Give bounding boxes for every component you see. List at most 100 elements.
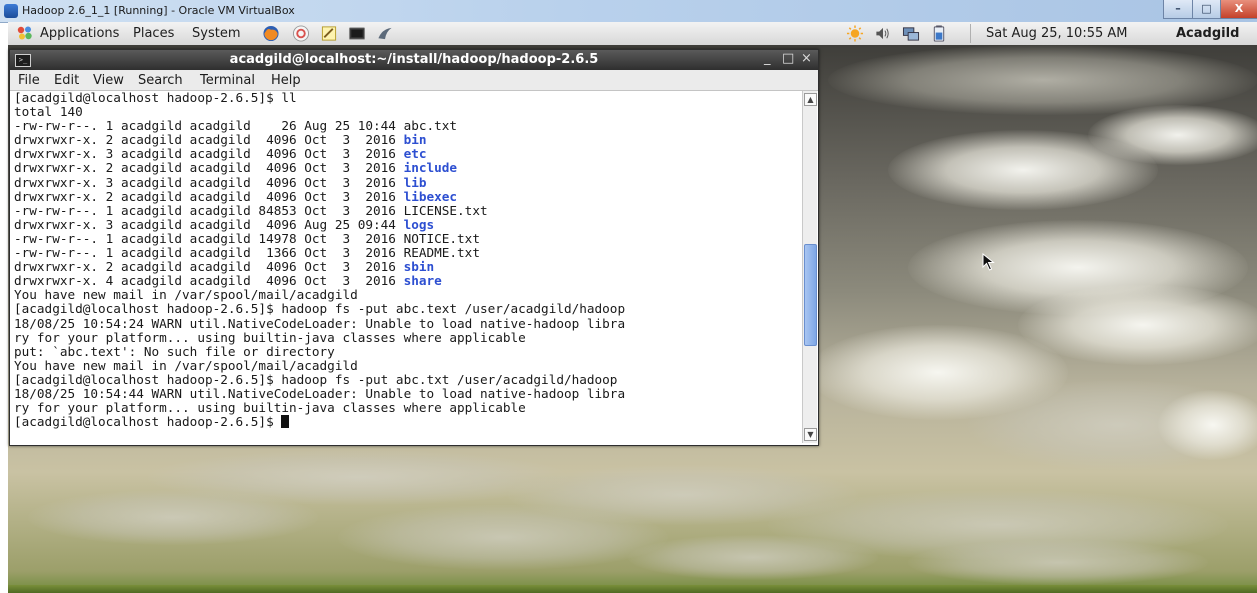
menu-places[interactable]: Places xyxy=(133,26,174,41)
firefox-icon[interactable] xyxy=(262,25,280,42)
terminal-line-text: drwxrwxr-x. 3 acadgild acadgild 4096 Oct… xyxy=(14,174,404,190)
terminal-line: [acadgild@localhost hadoop-2.6.5]$ hadoo… xyxy=(14,302,800,316)
applications-icon[interactable] xyxy=(16,25,34,41)
panel-separator xyxy=(970,24,971,43)
terminal-minimize-button[interactable]: _ xyxy=(764,51,771,66)
maximize-button[interactable]: □ xyxy=(1192,0,1221,19)
directory-name: libexec xyxy=(403,188,458,204)
terminal-line: ry for your platform... using builtin-ja… xyxy=(14,401,800,415)
terminal-line: drwxrwxr-x. 2 acadgild acadgild 4096 Oct… xyxy=(14,260,800,274)
menu-search[interactable]: Search xyxy=(138,73,183,88)
directory-name: bin xyxy=(403,132,427,148)
menu-file[interactable]: File xyxy=(18,73,40,88)
terminal-launcher-icon[interactable] xyxy=(348,25,366,42)
directory-name: lib xyxy=(403,174,427,190)
file-name: abc.txt xyxy=(403,118,458,134)
terminal-line: 18/08/25 10:54:24 WARN util.NativeCodeLo… xyxy=(14,315,800,331)
terminal-line-text: drwxrwxr-x. 2 acadgild acadgild 4096 Oct… xyxy=(14,188,404,204)
directory-name: logs xyxy=(403,216,435,232)
terminal-line-text: [acadgild@localhost hadoop-2.6.5]$ ll xyxy=(14,91,297,105)
terminal-output[interactable]: [acadgild@localhost hadoop-2.6.5]$ ll tot… xyxy=(10,91,800,443)
scroll-up-button[interactable]: ▲ xyxy=(804,93,817,106)
terminal-line: drwxrwxr-x. 3 acadgild acadgild 4096 Oct… xyxy=(14,174,800,190)
help-icon[interactable] xyxy=(292,25,310,42)
terminal-line-text: ry for your platform... using builtin-ja… xyxy=(14,329,526,345)
terminal-line: [acadgild@localhost hadoop-2.6.5]$ hadoo… xyxy=(14,372,800,387)
terminal-line-text: drwxrwxr-x. 3 acadgild acadgild 4096 Oct… xyxy=(14,146,404,162)
wallpaper-grass xyxy=(8,585,1257,593)
terminal-line-text: -rw-rw-r--. 1 acadgild acadgild 84853 Oc… xyxy=(14,202,404,218)
terminal-line: drwxrwxr-x. 3 acadgild acadgild 4096 Aug… xyxy=(14,216,800,232)
volume-icon[interactable] xyxy=(874,25,892,42)
terminal-line-text: drwxrwxr-x. 4 acadgild acadgild 4096 Oct… xyxy=(14,273,404,289)
directory-name: share xyxy=(403,273,442,289)
terminal-line-text: 18/08/25 10:54:24 WARN util.NativeCodeLo… xyxy=(14,315,626,331)
terminal-close-button[interactable]: × xyxy=(801,51,812,66)
terminal-line: -rw-rw-r--. 1 acadgild acadgild 26 Aug 2… xyxy=(14,119,800,133)
terminal-line: -rw-rw-r--. 1 acadgild acadgild 14978 Oc… xyxy=(14,230,800,246)
terminal-line: 18/08/25 10:54:44 WARN util.NativeCodeLo… xyxy=(14,385,800,401)
terminal-title: acadgild@localhost:~/install/hadoop/hado… xyxy=(229,52,599,67)
menu-view[interactable]: View xyxy=(93,73,124,88)
panel-clock[interactable]: Sat Aug 25, 10:55 AM xyxy=(986,26,1127,41)
terminal-line: drwxrwxr-x. 2 acadgild acadgild 4096 Oct… xyxy=(14,188,800,204)
virtualbox-window-title: Hadoop 2.6_1_1 [Running] - Oracle VM Vir… xyxy=(22,4,295,17)
terminal-line: [acadgild@localhost hadoop-2.6.5]$ xyxy=(14,415,800,429)
battery-icon[interactable] xyxy=(930,25,948,42)
terminal-line-text: -rw-rw-r--. 1 acadgild acadgild 26 Aug 2… xyxy=(14,118,404,134)
terminal-line-text: ry for your platform... using builtin-ja… xyxy=(14,400,526,416)
virtualbox-titlebar: Hadoop 2.6_1_1 [Running] - Oracle VM Vir… xyxy=(0,0,1257,23)
menu-edit[interactable]: Edit xyxy=(54,73,79,88)
menu-applications[interactable]: Applications xyxy=(40,26,119,41)
panel-user-name[interactable]: Acadgild xyxy=(1176,26,1239,41)
terminal-line: drwxrwxr-x. 2 acadgild acadgild 4096 Oct… xyxy=(14,133,800,147)
terminal-line-text: drwxrwxr-x. 2 acadgild acadgild 4096 Oct… xyxy=(14,259,404,275)
terminal-line: drwxrwxr-x. 3 acadgild acadgild 4096 Oct… xyxy=(14,147,800,161)
minimize-button[interactable]: – xyxy=(1163,0,1193,19)
close-button[interactable]: X xyxy=(1220,0,1257,19)
virtualbox-icon xyxy=(4,4,18,18)
terminal-line-text: drwxrwxr-x. 2 acadgild acadgild 4096 Oct… xyxy=(14,160,404,176)
terminal-line-text: 18/08/25 10:54:44 WARN util.NativeCodeLo… xyxy=(14,385,626,401)
weather-icon[interactable] xyxy=(846,25,864,42)
terminal-line: put: `abc.text': No such file or directo… xyxy=(14,344,800,359)
terminal-titlebar[interactable]: >_ acadgild@localhost:~/install/hadoop/h… xyxy=(10,50,818,70)
terminal-line-text: drwxrwxr-x. 2 acadgild acadgild 4096 Oct… xyxy=(14,132,404,148)
terminal-line: drwxrwxr-x. 4 acadgild acadgild 4096 Oct… xyxy=(14,274,800,288)
menu-help[interactable]: Help xyxy=(271,73,301,88)
directory-name: include xyxy=(403,160,458,176)
terminal-line-text: drwxrwxr-x. 3 acadgild acadgild 4096 Aug… xyxy=(14,216,404,232)
terminal-line-text: You have new mail in /var/spool/mail/aca… xyxy=(14,357,358,373)
terminal-line-text: -rw-rw-r--. 1 acadgild acadgild 14978 Oc… xyxy=(14,230,404,246)
menu-terminal[interactable]: Terminal xyxy=(200,73,255,88)
directory-name: etc xyxy=(403,146,427,162)
terminal-line-text: total 140 xyxy=(14,104,83,120)
text-editor-icon[interactable] xyxy=(320,25,338,42)
terminal-menubar: File Edit View Search Terminal Help xyxy=(10,70,818,91)
terminal-maximize-button[interactable]: □ xyxy=(782,51,794,66)
network-icon[interactable] xyxy=(902,25,920,42)
wireshark-icon[interactable] xyxy=(376,25,394,42)
file-name: NOTICE.txt xyxy=(403,230,480,246)
terminal-line: -rw-rw-r--. 1 acadgild acadgild 84853 Oc… xyxy=(14,202,800,218)
terminal-cursor xyxy=(281,415,290,429)
terminal-line-text: [acadgild@localhost hadoop-2.6.5]$ hadoo… xyxy=(14,301,626,317)
terminal-line: ry for your platform... using builtin-ja… xyxy=(14,329,800,345)
terminal-window[interactable]: >_ acadgild@localhost:~/install/hadoop/h… xyxy=(9,49,819,446)
scroll-down-button[interactable]: ▼ xyxy=(804,428,817,441)
terminal-line: drwxrwxr-x. 2 acadgild acadgild 4096 Oct… xyxy=(14,161,800,175)
terminal-line: You have new mail in /var/spool/mail/aca… xyxy=(14,357,800,373)
scroll-thumb[interactable] xyxy=(804,244,817,346)
terminal-line: [acadgild@localhost hadoop-2.6.5]$ ll xyxy=(14,91,800,105)
menu-system[interactable]: System xyxy=(192,26,240,41)
terminal-line: -rw-rw-r--. 1 acadgild acadgild 1366 Oct… xyxy=(14,245,800,261)
directory-name: sbin xyxy=(403,259,435,275)
terminal-scrollbar[interactable]: ▲ ▼ xyxy=(802,91,817,443)
terminal-line: total 140 xyxy=(14,105,800,119)
terminal-line-text: You have new mail in /var/spool/mail/aca… xyxy=(14,287,358,303)
file-name: LICENSE.txt xyxy=(403,202,488,218)
terminal-line-text: [acadgild@localhost hadoop-2.6.5]$ xyxy=(14,414,282,430)
terminal-line-text: -rw-rw-r--. 1 acadgild acadgild 1366 Oct… xyxy=(14,245,404,261)
gnome-top-panel: Applications Places System Sat Aug 25, 1… xyxy=(8,22,1257,46)
file-name: README.txt xyxy=(403,245,480,261)
